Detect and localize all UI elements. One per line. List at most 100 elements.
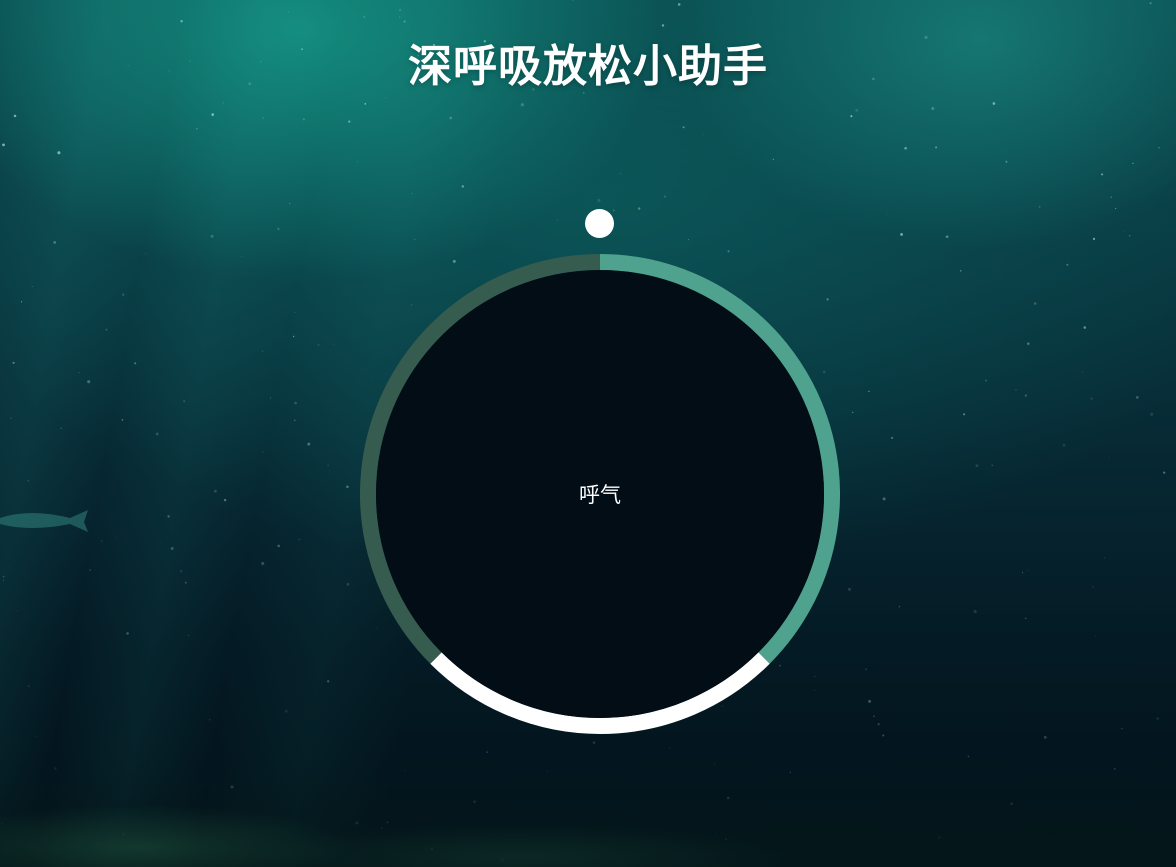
- breathing-circle[interactable]: 呼气: [360, 254, 840, 734]
- particle: [327, 680, 330, 683]
- particle: [1024, 394, 1027, 397]
- particle: [327, 464, 329, 467]
- particle: [991, 464, 993, 466]
- particle: [873, 715, 875, 718]
- particle: [60, 427, 62, 429]
- particle: [20, 301, 23, 303]
- particle: [619, 172, 622, 175]
- particle: [209, 719, 211, 721]
- particle: [346, 583, 350, 586]
- particle: [262, 451, 264, 453]
- particle: [53, 241, 56, 244]
- particle: [385, 97, 387, 99]
- particle: [985, 379, 987, 382]
- particle: [963, 413, 966, 416]
- particle: [134, 362, 137, 365]
- particle: [1135, 395, 1139, 399]
- particle: [1103, 557, 1105, 559]
- particle: [12, 361, 15, 364]
- particle: [703, 134, 704, 136]
- particle: [1083, 326, 1087, 329]
- particle: [292, 335, 295, 338]
- particle: [78, 372, 80, 374]
- particle: [87, 380, 91, 384]
- particle: [900, 232, 904, 236]
- particle: [1156, 717, 1159, 720]
- particle: [241, 255, 242, 257]
- particle: [1062, 443, 1066, 447]
- particle: [1092, 586, 1094, 588]
- particle: [855, 108, 859, 112]
- breathing-circle-core: 呼气: [376, 270, 824, 718]
- particle: [180, 570, 183, 573]
- particle: [160, 684, 162, 686]
- particle: [664, 195, 667, 198]
- seabed: [0, 757, 1176, 867]
- particle: [170, 547, 174, 550]
- particle: [931, 107, 935, 110]
- particle: [348, 120, 351, 123]
- particle: [126, 632, 129, 635]
- breathing-phase-label: 呼气: [579, 483, 621, 507]
- particle: [277, 227, 280, 231]
- particle: [196, 128, 198, 130]
- particle: [1128, 234, 1131, 237]
- particle: [413, 238, 416, 241]
- particle: [1101, 173, 1104, 176]
- particle: [486, 751, 488, 753]
- particle: [122, 293, 125, 296]
- particle: [935, 146, 938, 149]
- particle: [1066, 263, 1069, 266]
- particle: [261, 561, 265, 566]
- particle: [1027, 342, 1030, 346]
- particle: [288, 11, 289, 13]
- particle: [105, 328, 108, 331]
- particle: [57, 151, 61, 155]
- particle: [975, 464, 979, 468]
- particle: [1124, 230, 1126, 232]
- particle: [868, 699, 872, 703]
- particle: [36, 736, 37, 738]
- particle: [1095, 635, 1097, 637]
- particle: [669, 746, 671, 749]
- particle: [262, 117, 265, 119]
- particle: [100, 540, 103, 542]
- particle: [187, 634, 189, 636]
- particle: [411, 192, 413, 195]
- particle: [89, 569, 92, 571]
- particle: [364, 103, 367, 105]
- particle: [210, 234, 214, 238]
- particle: [261, 350, 264, 352]
- particle: [682, 126, 685, 129]
- particle: [973, 610, 977, 614]
- particle: [294, 401, 297, 405]
- particle: [520, 103, 524, 107]
- particle: [144, 253, 146, 255]
- particle: [214, 489, 217, 493]
- particle: [959, 269, 962, 272]
- particle: [592, 741, 596, 744]
- particle: [677, 3, 681, 6]
- particle: [1033, 302, 1037, 305]
- particle: [403, 20, 406, 23]
- fish-silhouette: [0, 510, 88, 532]
- particle: [904, 146, 907, 150]
- particle: [1092, 237, 1096, 241]
- particle: [27, 480, 30, 482]
- particle: [882, 734, 885, 737]
- particle: [557, 219, 559, 221]
- particle: [363, 15, 366, 18]
- particle: [399, 16, 401, 18]
- particle: [886, 213, 888, 215]
- particle: [116, 536, 118, 538]
- particle: [992, 102, 996, 105]
- particle: [597, 198, 601, 202]
- particle: [298, 538, 301, 541]
- particle: [868, 390, 870, 393]
- particle: [8, 567, 10, 568]
- particle: [852, 411, 854, 414]
- particle: [288, 202, 291, 205]
- particle: [945, 235, 949, 239]
- particle: [333, 344, 335, 346]
- particle: [184, 581, 187, 584]
